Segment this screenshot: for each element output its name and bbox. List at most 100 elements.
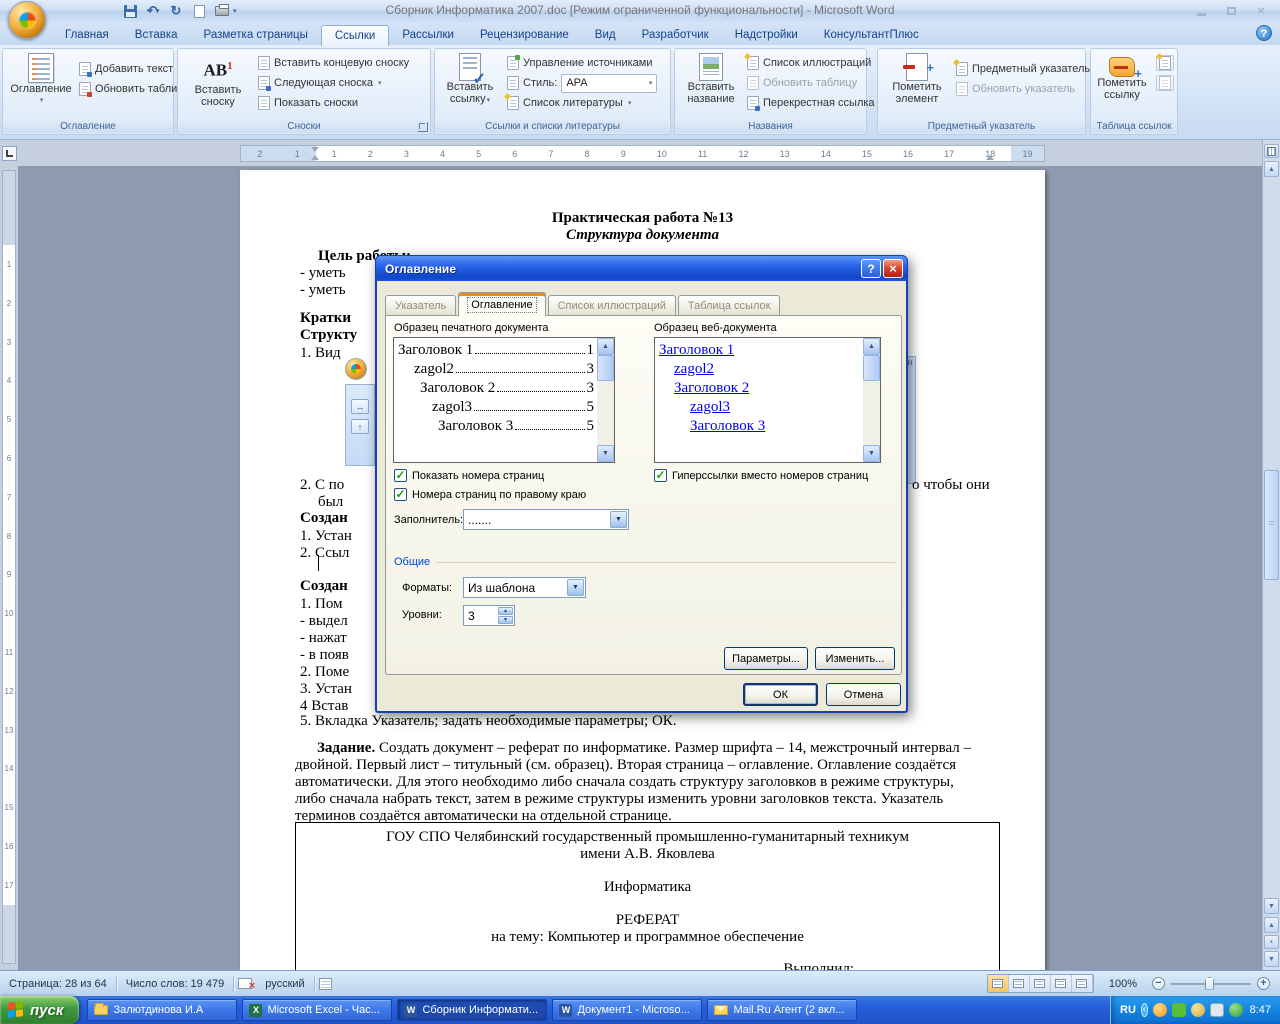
proofing-status-icon[interactable]: × [238,978,255,992]
tab-mailings[interactable]: Рассылки [389,25,467,45]
filler-combobox[interactable]: ....... ▼ [463,509,629,530]
zoom-out-button[interactable]: − [1152,977,1165,990]
manage-sources-button[interactable]: Управление источниками [505,53,659,73]
update-toc-button[interactable]: Обновить таблицу [77,79,191,99]
hanging-indent-marker[interactable] [311,155,319,160]
cancel-button[interactable]: Отмена [826,683,901,706]
tray-clock[interactable]: 8:47 [1250,1004,1271,1016]
listbox-scrollbar[interactable]: ▲ ▼ [597,338,614,462]
web-preview-listbox[interactable]: Заголовок 1 zagol2 Заголовок 2 zagol3 За… [654,337,881,463]
tab-selector[interactable] [2,146,17,161]
select-browse-object-button[interactable]: • [1264,935,1279,949]
ruler-toggle-button[interactable] [1264,144,1279,158]
dialog-tab-index[interactable]: Указатель [385,295,457,315]
word-count[interactable]: Число слов: 19 479 [117,978,233,990]
scroll-up-button[interactable]: ▲ [1264,161,1279,177]
help-button[interactable]: ? [1256,25,1272,41]
footnotes-dialog-launcher[interactable] [418,122,428,132]
hyperlinks-checkbox[interactable]: ✓ [654,469,667,482]
add-text-button[interactable]: Добавить текст▾ [77,59,191,79]
fullscreen-reading-view-button[interactable] [1008,975,1030,992]
tray-icon-agent[interactable] [1152,1003,1167,1017]
task-word-document1[interactable]: W Документ1 - Microso... [552,999,703,1021]
style-combobox[interactable]: APA ▾ [561,73,658,93]
scroll-up-button[interactable]: ▲ [863,338,880,355]
tab-developer[interactable]: Разработчик [629,25,722,45]
first-line-indent-marker[interactable] [311,147,319,152]
filler-combo-arrow[interactable]: ▼ [610,511,627,528]
options-button[interactable]: Параметры... [724,647,808,670]
mark-entry-button[interactable]: + Пометить элемент [884,53,950,105]
insert-index-button[interactable]: Предметный указатель [952,58,1092,79]
print-preview-listbox[interactable]: Заголовок 1 1 zagol2 3 Заголовок 2 3 zagol3… [393,337,615,463]
web-layout-view-button[interactable] [1029,975,1051,992]
cross-reference-button[interactable]: Перекрестная ссылка [745,93,877,113]
start-button[interactable]: пуск [0,996,80,1024]
task-mailru-agent[interactable]: Mail.Ru Агент (2 вкл... [707,999,858,1021]
scroll-up-button[interactable]: ▲ [597,338,614,355]
spin-up-button[interactable]: ▲ [498,607,513,615]
tab-view[interactable]: Вид [582,25,629,45]
draft-view-button[interactable] [1071,975,1093,992]
insert-caption-button[interactable]: Вставить название [679,53,743,105]
dialog-help-button[interactable]: ? [861,259,881,278]
vertical-scrollbar[interactable]: ▲ ▼ ▲ • ▼ [1262,140,1280,970]
show-page-numbers-checkbox[interactable]: ✓ [394,469,407,482]
tab-home[interactable]: Главная [52,25,122,45]
insert-citation-button[interactable]: ✓ Вставить ссылку▾ [439,53,501,107]
style-combo-arrow[interactable]: ▾ [645,79,653,87]
scrollbar-thumb[interactable] [863,355,880,381]
restore-button[interactable] [1220,3,1242,18]
task-excel[interactable]: X Microsoft Excel - Час... [242,999,393,1021]
close-button[interactable]: × [1250,3,1272,18]
task-folder[interactable]: Залютдинова И.А [87,999,238,1021]
tab-consultantplus[interactable]: КонсультантПлюс [811,25,932,45]
macro-record-icon[interactable] [318,977,332,990]
tab-references[interactable]: Ссылки [320,25,390,46]
formats-combo-arrow[interactable]: ▼ [567,579,584,596]
language-indicator[interactable]: русский [256,978,313,990]
show-notes-button[interactable]: Показать сноски [256,93,411,113]
previous-page-button[interactable]: ▲ [1264,917,1279,933]
tray-icon-antivirus[interactable] [1228,1003,1243,1017]
tab-page-layout[interactable]: Разметка страницы [191,25,321,45]
vertical-ruler[interactable]: 1 2 3 4 5 6 7 8 9 10 11 12 13 14 15 16 17 [2,170,16,964]
scroll-down-button[interactable]: ▼ [863,445,880,462]
tray-icon-key[interactable] [1190,1003,1205,1017]
next-page-button[interactable]: ▼ [1264,951,1279,967]
tray-expand-button[interactable]: ‹ [1140,1003,1148,1017]
toc-button[interactable]: Оглавление ▾ [7,53,75,107]
dialog-tab-authorities[interactable]: Таблица ссылок [677,295,781,315]
scroll-down-button[interactable]: ▼ [1264,898,1279,914]
print-layout-view-button[interactable] [987,975,1009,992]
right-indent-marker[interactable] [986,155,994,160]
insert-endnote-button[interactable]: Вставить концевую сноску [256,53,411,73]
office-button[interactable] [8,1,46,39]
scroll-down-button[interactable]: ▼ [597,445,614,462]
zoom-slider[interactable] [1171,976,1251,990]
dialog-tab-toc[interactable]: Оглавление [458,292,546,316]
tab-review[interactable]: Рецензирование [467,25,582,45]
modify-button[interactable]: Изменить... [815,647,895,670]
zoom-level[interactable]: 100% [1100,978,1146,990]
formats-combobox[interactable]: Из шаблона ▼ [463,577,586,598]
bibliography-button[interactable]: Список литературы ▾ [503,92,659,113]
outline-view-button[interactable] [1050,975,1072,992]
zoom-slider-thumb[interactable] [1205,976,1214,990]
tray-icon-app[interactable] [1209,1003,1224,1017]
horizontal-ruler[interactable]: 21 1 2 3 4 5 6 7 8 9 10 11 12 13 14 15 16 17 18 19 [240,145,1045,162]
right-align-numbers-checkbox[interactable]: ✓ [394,488,407,501]
spin-down-button[interactable]: ▼ [498,616,513,624]
task-word-active[interactable]: W Сборник Информати... [397,999,548,1021]
tab-insert[interactable]: Вставка [122,25,191,45]
page-indicator[interactable]: Страница: 28 из 64 [0,978,116,990]
scrollbar-thumb[interactable] [1264,470,1279,580]
insert-toa-button[interactable] [1155,52,1174,71]
next-footnote-button[interactable]: Следующая сноска ▾ [256,73,411,93]
minimize-button[interactable] [1190,3,1212,18]
levels-spinner[interactable]: 3 ▲ ▼ [463,605,515,626]
insert-footnote-button[interactable]: AB1 Вставить сноску [186,53,250,108]
ok-button[interactable]: ОК [743,683,818,706]
dialog-tab-figures[interactable]: Список иллюстраций [547,295,676,315]
mark-citation-button[interactable]: + Пометить ссылку [1093,53,1151,101]
